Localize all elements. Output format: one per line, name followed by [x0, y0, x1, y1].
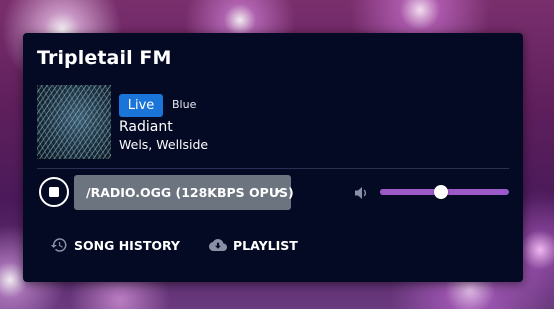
- stream-select-value: /RADIO.OGG (128KBPS OPUS): [86, 185, 294, 200]
- stream-select[interactable]: /RADIO.OGG (128KBPS OPUS): [74, 175, 294, 210]
- live-badge: Live: [119, 94, 163, 117]
- stop-button[interactable]: [39, 177, 69, 207]
- stream-name: Blue: [172, 98, 197, 111]
- playlist-label: PLAYLIST: [233, 237, 298, 253]
- playlist-button[interactable]: PLAYLIST: [209, 231, 298, 259]
- album-art: [37, 85, 111, 159]
- song-artist: Wels, Wellside: [119, 137, 209, 152]
- cloud-download-icon: [209, 239, 227, 251]
- volume-slider[interactable]: [380, 185, 509, 199]
- chevron-down-icon: [275, 190, 281, 194]
- song-title: Radiant: [119, 119, 173, 135]
- station-name: Tripletail FM: [37, 47, 172, 69]
- radio-player-card: Tripletail FM Live Blue Radiant Wels, We…: [23, 33, 523, 282]
- stop-icon: [48, 186, 59, 197]
- volume-slider-fill: [380, 189, 441, 195]
- volume-icon[interactable]: [354, 186, 370, 200]
- volume-slider-thumb[interactable]: [433, 185, 448, 199]
- song-history-label: SONG HISTORY: [74, 237, 180, 253]
- history-icon: [50, 238, 67, 252]
- divider: [37, 168, 509, 169]
- song-history-button[interactable]: SONG HISTORY: [50, 231, 180, 259]
